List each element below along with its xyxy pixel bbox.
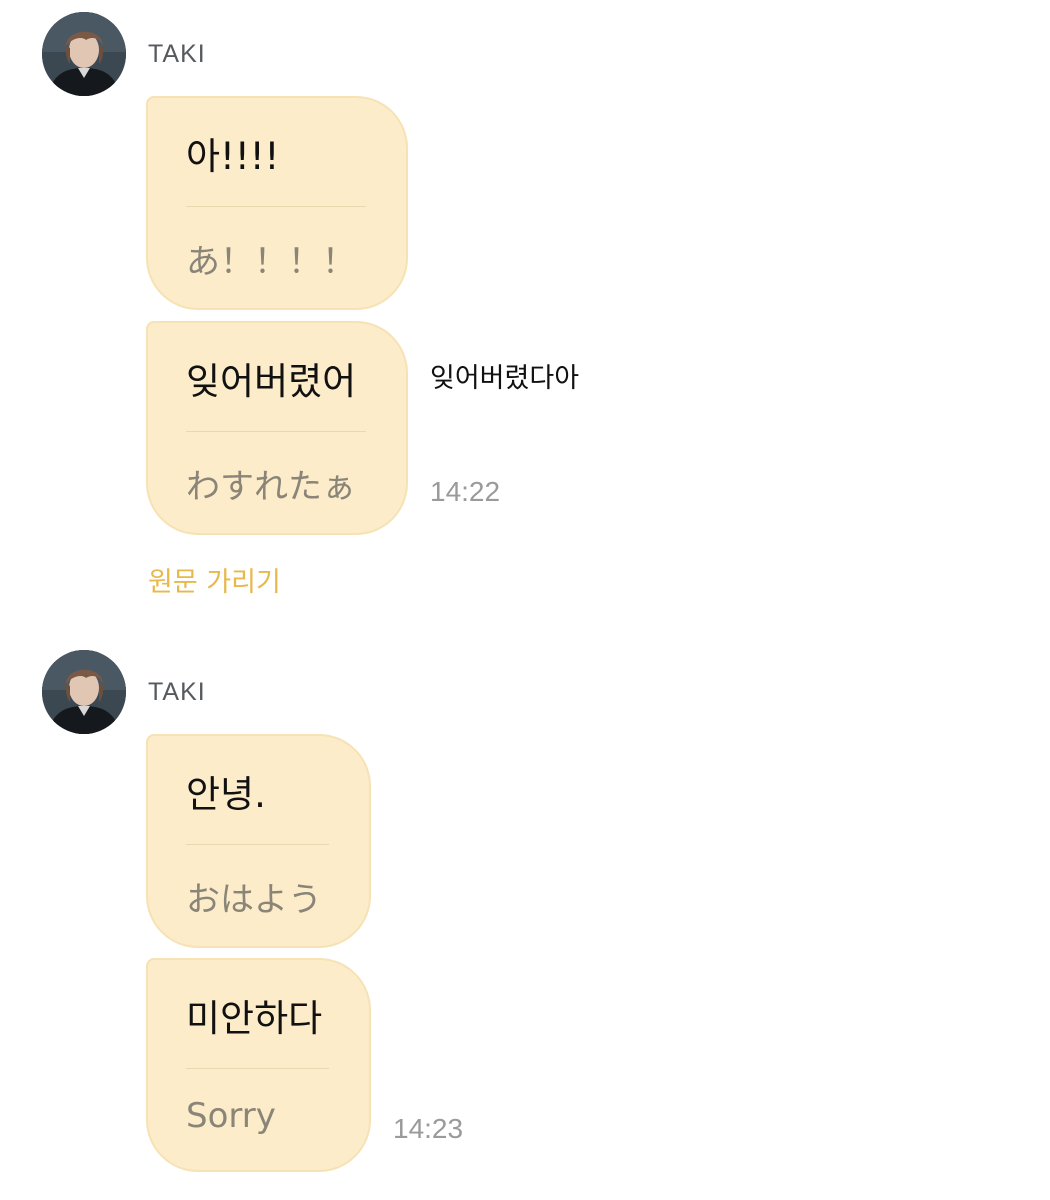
profile-photo-icon (42, 650, 126, 734)
original-text: 미안하다 (186, 997, 323, 1040)
profile-photo-icon (42, 12, 126, 96)
original-text: 아!!!! (186, 135, 280, 178)
message-timestamp: 14:23 (393, 1113, 464, 1144)
sender-name: TAKI (148, 40, 206, 68)
message-bubble[interactable]: 미안하다 Sorry (146, 958, 371, 1172)
avatar[interactable] (42, 650, 126, 734)
translated-text: あ！！！！ (186, 242, 356, 282)
translated-text: Sorry (186, 1096, 276, 1136)
hide-original-link[interactable]: 원문 가리기 (148, 560, 281, 599)
avatar[interactable] (42, 12, 126, 96)
message-timestamp: 14:22 (430, 476, 501, 507)
message-bubble[interactable]: 잊어버렸어 わすれたぁ (146, 321, 408, 535)
original-text: 잊어버렸어 (186, 360, 357, 403)
translation-divider (186, 431, 366, 432)
sender-name: TAKI (148, 678, 206, 706)
translation-divider (186, 844, 329, 845)
message-bubble[interactable]: 안녕. おはよう (146, 734, 371, 948)
translated-text: おはよう (186, 880, 322, 920)
original-text: 안녕. (186, 773, 266, 816)
translated-text: わすれたぁ (186, 467, 356, 507)
side-translation-text: 잊어버렸다아 (430, 363, 580, 394)
message-bubble[interactable]: 아!!!! あ！！！！ (146, 96, 408, 310)
translation-divider (186, 1068, 329, 1069)
translation-divider (186, 206, 366, 207)
